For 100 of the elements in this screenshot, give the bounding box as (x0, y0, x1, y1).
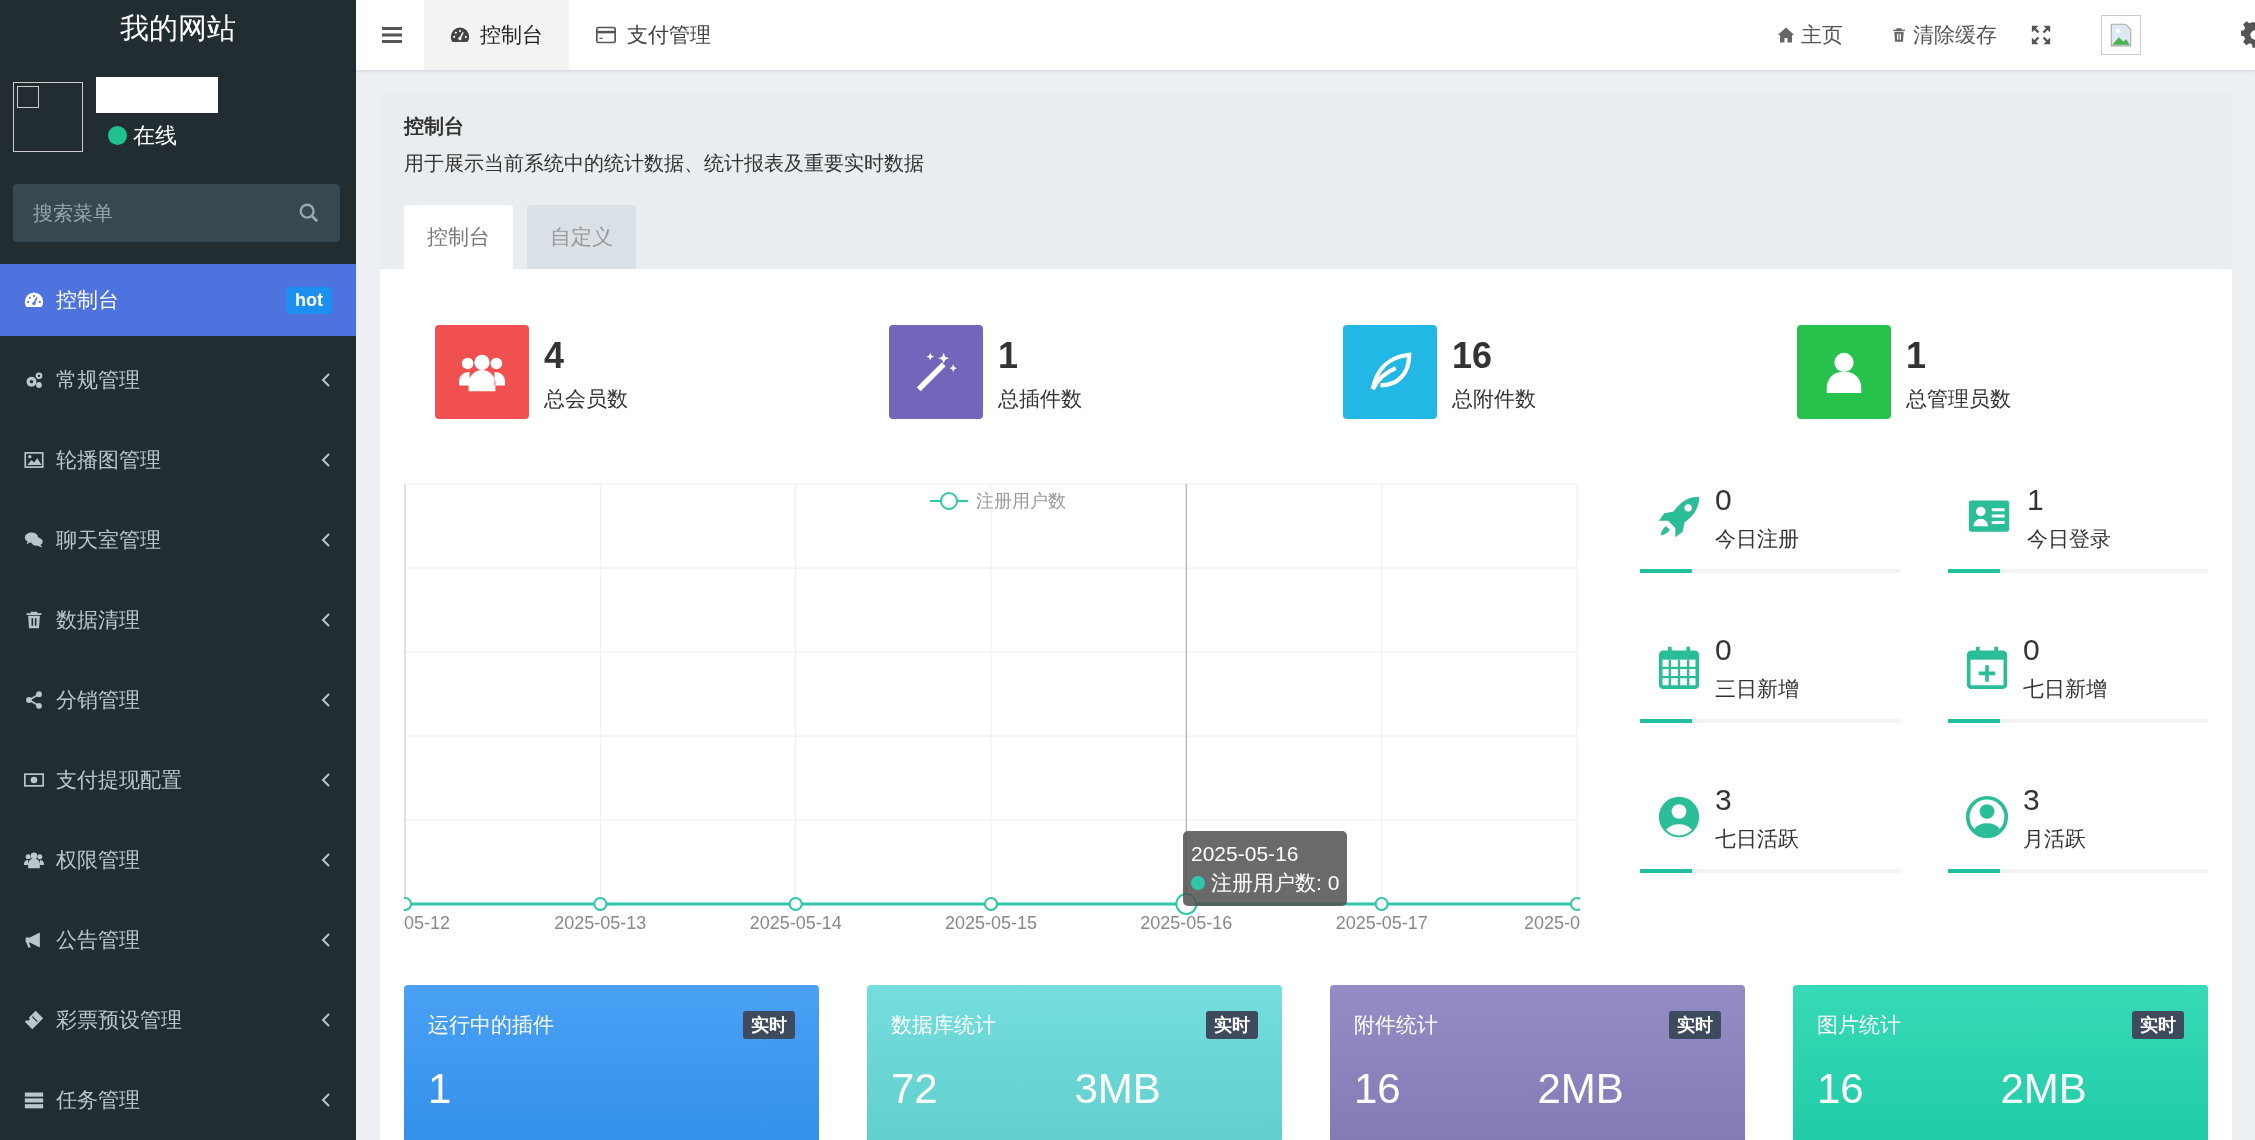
users-icon (24, 850, 44, 870)
sidebar-item[interactable]: 分销管理 (0, 660, 356, 740)
panel-title: 控制台 (404, 114, 465, 139)
axis-label: 2025-05-15 (944, 913, 1038, 933)
chevron-icon (320, 1092, 332, 1108)
realtime-badge: 实时 (1206, 1011, 1258, 1039)
card-value: 2MB (1537, 1065, 1625, 1113)
realtime-badge: 实时 (743, 1011, 795, 1039)
stat-value: 1 (1906, 335, 1928, 377)
realtime-badge: 实时 (1669, 1011, 1721, 1039)
stat-label: 总管理员数 (1906, 386, 2011, 412)
server-list-icon (24, 1090, 44, 1110)
banknote-icon (24, 770, 44, 790)
stat-label: 总插件数 (998, 386, 1082, 412)
user-circle-outline-icon (1965, 795, 2009, 839)
trash-icon (24, 610, 44, 630)
card-value: 2MB (2000, 1065, 2088, 1113)
series-dot (1191, 876, 1205, 891)
gauge-icon (24, 290, 44, 310)
metric-value: 0 (2023, 633, 2041, 667)
axis-label: 2025-05-13 (554, 913, 647, 933)
metric-label: 七日活跃 (1715, 826, 1799, 852)
sidebar-item[interactable]: 控制台 hot (0, 264, 356, 336)
image-icon (24, 450, 44, 470)
chevron-icon (320, 692, 332, 708)
metric-value: 3 (2023, 783, 2041, 817)
calendar-plus-icon (1965, 645, 2009, 689)
card-value: 72 (891, 1065, 939, 1113)
nav-tab[interactable]: 支付管理 (569, 0, 737, 70)
tooltip-value: 注册用户数: 0 (1211, 870, 1340, 897)
chevron-icon (320, 612, 332, 628)
sidebar-item[interactable]: 聊天室管理 (0, 500, 356, 580)
metric-value: 1 (2027, 483, 2045, 517)
chat-bubbles-icon (24, 530, 44, 550)
site-title: 我的网站 (119, 11, 237, 47)
sidebar-item[interactable]: 轮播图管理 (0, 420, 356, 500)
stat-value: 4 (544, 335, 566, 377)
user-circle-icon (1657, 795, 1701, 839)
metric-label: 三日新增 (1715, 676, 1799, 702)
gauge-icon (450, 25, 470, 45)
axis-label: 2025-05-14 (749, 913, 842, 933)
credit-card-icon (595, 25, 617, 45)
sidebar-item[interactable]: 任务管理 (0, 1060, 356, 1140)
chevron-icon (320, 932, 332, 948)
nav-tab[interactable]: 控制台 (424, 0, 569, 70)
chevron-icon (320, 772, 332, 788)
status-text: 在线 (133, 121, 177, 150)
menu-icon (382, 26, 402, 44)
search-field[interactable]: 搜索菜单 (13, 184, 340, 242)
status-dot (108, 126, 127, 146)
sidebar-item[interactable]: 权限管理 (0, 820, 356, 900)
axis-label: 2025-0 (1523, 913, 1580, 933)
rocket-icon (1657, 495, 1701, 539)
toolbar-link[interactable]: 主页 (1753, 0, 1867, 70)
chevron-icon (320, 372, 332, 388)
axis-label: 05-12 (404, 913, 451, 933)
metric-value: 0 (1715, 483, 1733, 517)
sidebar-item[interactable]: 常规管理 (0, 340, 356, 420)
home-icon (1777, 26, 1795, 44)
gears-icon (24, 370, 44, 390)
panel-tab[interactable]: 控制台 (404, 205, 513, 269)
broken-image-icon[interactable] (2101, 15, 2141, 55)
toolbar-link[interactable]: 清除缓存 (1867, 0, 2021, 70)
share-icon (24, 690, 44, 710)
search-icon (298, 202, 320, 224)
chevron-icon (320, 852, 332, 868)
sidebar-item[interactable]: 彩票预设管理 (0, 980, 356, 1060)
card-title: 图片统计 (1817, 1012, 1901, 1038)
card-value: 3MB (1074, 1065, 1162, 1113)
card-title: 数据库统计 (891, 1012, 996, 1038)
sidebar-item[interactable]: 公告管理 (0, 900, 356, 980)
menu-badge: hot (286, 286, 332, 314)
card-title: 运行中的插件 (428, 1012, 554, 1038)
metric-value: 0 (1715, 633, 1733, 667)
tooltip-date: 2025-05-16 (1191, 841, 1300, 867)
metric-label: 今日登录 (2027, 526, 2111, 552)
metric-label: 月活跃 (2023, 826, 2086, 852)
axis-label: 2025-05-17 (1335, 913, 1428, 933)
metric-value: 3 (1715, 783, 1733, 817)
stat-value: 16 (1452, 335, 1494, 377)
expand-arrows-icon (2031, 25, 2051, 45)
stat-label: 总附件数 (1452, 386, 1536, 412)
sidebar-item[interactable]: 数据清理 (0, 580, 356, 660)
ticket-icon (24, 1010, 44, 1030)
chevron-icon (320, 1012, 332, 1028)
image-placeholder-icon (2108, 22, 2134, 48)
card-title: 附件统计 (1354, 1012, 1438, 1038)
card-value: 16 (1817, 1065, 1865, 1113)
metric-label: 七日新增 (2023, 676, 2107, 702)
card-value: 1 (428, 1065, 453, 1113)
avatar-placeholder (13, 81, 83, 152)
card-value: 16 (1354, 1065, 1402, 1113)
axis-label: 2025-05-16 (1140, 913, 1233, 933)
metric-label: 今日注册 (1715, 526, 1799, 552)
stat-label: 总会员数 (544, 386, 628, 412)
stat-value: 1 (998, 335, 1020, 377)
sidebar-item[interactable]: 支付提现配置 (0, 740, 356, 820)
realtime-badge: 实时 (2132, 1011, 2184, 1039)
panel-description: 用于展示当前系统中的统计数据、统计报表及重要实时数据 (404, 151, 925, 176)
calendar-icon (1657, 645, 1701, 689)
